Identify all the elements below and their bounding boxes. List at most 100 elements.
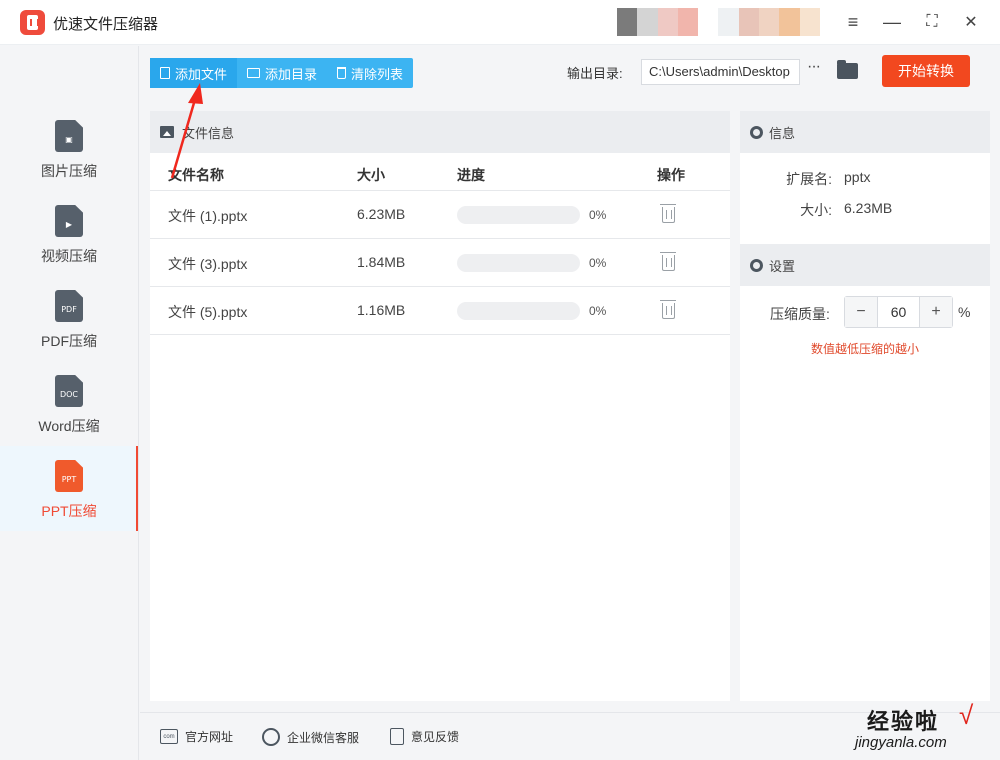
column-progress: 进度: [457, 167, 485, 183]
chat-icon: [262, 728, 280, 746]
delete-icon[interactable]: [660, 252, 676, 271]
output-dir-input[interactable]: C:\Users\admin\Desktop: [641, 59, 800, 85]
info-settings-panel: 信息 扩展名: pptx 大小: 6.23MB 设置 压缩质量: − 60 + …: [740, 111, 990, 701]
add-directory-button[interactable]: 添加目录: [237, 58, 327, 88]
gear-icon: [750, 258, 763, 272]
column-size: 大小: [357, 167, 385, 183]
feedback-label: 意见反馈: [411, 730, 460, 744]
info-title: 信息: [769, 125, 796, 141]
settings-header: 设置: [740, 244, 990, 286]
delete-icon[interactable]: [660, 204, 676, 223]
doc-file-mark: DOC: [59, 389, 79, 399]
watermark-check-icon: √: [959, 700, 974, 730]
pdf-file-mark: PDF: [61, 304, 77, 314]
more-options-icon[interactable]: ···: [807, 58, 821, 76]
clear-list-button[interactable]: 清除列表: [327, 58, 413, 88]
open-folder-icon[interactable]: [837, 60, 858, 79]
progress-text: 0%: [589, 256, 607, 270]
sidebar-item-label: Word压缩: [38, 418, 100, 434]
output-dir-label: 输出目录:: [567, 66, 623, 81]
sidebar-item-label: 视频压缩: [41, 248, 97, 264]
extension-label: 扩展名:: [786, 171, 832, 187]
image-file-mark: ▣: [65, 134, 73, 144]
sidebar-item-pdf[interactable]: PDF PDF压缩: [0, 276, 138, 361]
minimize-icon[interactable]: —: [880, 10, 904, 34]
sidebar-item-video[interactable]: ▶ 视频压缩: [0, 191, 138, 276]
add-file-button[interactable]: 添加文件: [150, 58, 238, 88]
quality-hint: 数值越低压缩的越小: [810, 342, 919, 356]
sidebar: ▣ 图片压缩 ▶ 视频压缩 PDF PDF压缩 DOC Word压缩 PPT P…: [0, 46, 139, 760]
progress-text: 0%: [589, 304, 607, 318]
app-logo-icon: [20, 10, 45, 35]
increase-button[interactable]: +: [920, 297, 952, 327]
sidebar-item-image[interactable]: ▣ 图片压缩: [0, 106, 138, 191]
info-header: 信息: [740, 111, 990, 153]
table-row[interactable]: 文件 (3).pptx 1.84MB 0%: [150, 239, 730, 287]
trash-icon: [337, 67, 347, 79]
sidebar-item-label: PDF压缩: [41, 333, 97, 349]
maximize-icon[interactable]: ⛶: [920, 10, 944, 34]
sidebar-item-ppt[interactable]: PPT PPT压缩: [0, 446, 138, 531]
feedback-icon: [390, 728, 404, 745]
close-icon[interactable]: ✕: [959, 10, 983, 34]
column-name: 文件名称: [168, 167, 224, 183]
file-name: 文件 (3).pptx: [168, 256, 248, 272]
delete-icon[interactable]: [660, 300, 676, 319]
sidebar-item-word[interactable]: DOC Word压缩: [0, 361, 138, 446]
settings-title: 设置: [769, 258, 796, 274]
watermark: 经验啦 √ jingyanla.com: [855, 700, 995, 758]
quality-unit: %: [958, 304, 971, 320]
info-size: 大小: 6.23MB: [740, 193, 990, 224]
watermark-text: 经验啦: [867, 709, 940, 734]
sidebar-item-label: PPT压缩: [41, 503, 97, 519]
info-extension: 扩展名: pptx: [740, 162, 990, 193]
size-value: 6.23MB: [844, 200, 893, 216]
quality-setting: 压缩质量: − 60 + %: [740, 286, 990, 340]
file-size: 1.84MB: [357, 254, 406, 270]
toolbar: 添加文件 添加目录 清除列表 输出目录: C:\Users\admin\Desk…: [140, 46, 1000, 101]
progress-text: 0%: [589, 208, 607, 222]
progress-bar: [457, 302, 580, 320]
image-icon: [160, 126, 174, 138]
progress-bar: [457, 254, 580, 272]
title-bar: 优速文件压缩器 ≡ — ⛶ ✕: [0, 0, 1000, 45]
gear-icon: [750, 125, 763, 139]
quality-stepper[interactable]: − 60 +: [844, 296, 953, 328]
user-avatar[interactable]: [617, 8, 820, 36]
watermark-url: jingyanla.com: [855, 734, 947, 751]
file-name: 文件 (1).pptx: [168, 208, 248, 224]
file-name: 文件 (5).pptx: [168, 304, 248, 320]
quality-input[interactable]: 60: [877, 297, 920, 327]
table-row[interactable]: 文件 (5).pptx 1.16MB 0%: [150, 287, 730, 335]
size-label: 大小:: [800, 202, 832, 218]
decrease-button[interactable]: −: [845, 297, 877, 327]
website-link[interactable]: com 官方网址: [160, 728, 233, 745]
add-file-label: 添加文件: [175, 66, 228, 82]
file-button-group: 添加文件 添加目录 清除列表: [150, 58, 414, 88]
extension-value: pptx: [844, 169, 871, 185]
table-header: 文件名称 大小 进度 操作: [150, 153, 730, 191]
wechat-service-label: 企业微信客服: [287, 730, 360, 745]
clear-list-label: 清除列表: [351, 66, 404, 82]
website-icon: com: [160, 729, 178, 744]
feedback-link[interactable]: 意见反馈: [390, 728, 459, 745]
quality-label: 压缩质量:: [770, 306, 830, 322]
menu-icon[interactable]: ≡: [841, 10, 865, 34]
ppt-file-mark: PPT: [61, 474, 77, 484]
file-panel-header: 文件信息: [150, 111, 730, 153]
file-list-panel: 文件信息 文件名称 大小 进度 操作 文件 (1).pptx 6.23MB 0%…: [150, 111, 730, 701]
add-directory-label: 添加目录: [265, 66, 318, 82]
table-row[interactable]: 文件 (1).pptx 6.23MB 0%: [150, 191, 730, 239]
file-panel-title: 文件信息: [182, 125, 235, 141]
folder-icon: [247, 68, 261, 78]
wechat-service-link[interactable]: 企业微信客服: [262, 728, 359, 746]
progress-bar: [457, 206, 580, 224]
sidebar-item-label: 图片压缩: [41, 163, 97, 179]
video-file-mark: ▶: [65, 219, 73, 229]
file-icon: [160, 67, 170, 79]
file-size: 1.16MB: [357, 302, 406, 318]
app-title: 优速文件压缩器: [53, 16, 159, 33]
start-convert-button[interactable]: 开始转换: [882, 55, 970, 87]
column-action: 操作: [657, 167, 685, 183]
file-size: 6.23MB: [357, 206, 406, 222]
